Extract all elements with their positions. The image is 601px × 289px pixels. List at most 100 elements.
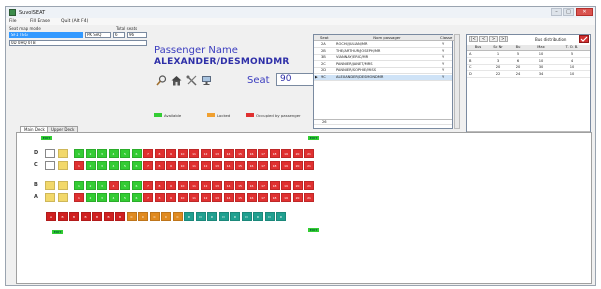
seat-c[interactable]: 20 <box>292 161 303 170</box>
code-field[interactable]: 0D 0HQ 0TB <box>9 40 147 46</box>
bus-assignment-cell[interactable]: D <box>230 212 240 221</box>
table-row[interactable]: C 20 20 30 10 <box>467 65 590 71</box>
seat-d[interactable]: 10 <box>177 149 188 158</box>
seat-d[interactable]: 9 <box>166 149 176 158</box>
menu-quit[interactable]: Quit (Alt F4) <box>61 19 88 24</box>
total-seats-field[interactable]: 96 <box>127 32 147 38</box>
seat-a[interactable]: 8 <box>154 193 165 202</box>
seat-b[interactable]: 10 <box>177 181 188 190</box>
seat-b[interactable]: 9 <box>166 181 176 190</box>
seat-b[interactable]: 12 <box>200 181 211 190</box>
seat-c[interactable]: 16 <box>246 161 257 170</box>
seat-b[interactable]: 11 <box>189 181 199 190</box>
seat-a[interactable]: 19 <box>281 193 291 202</box>
sub-mode-field[interactable]: PK SeQ <box>85 32 111 38</box>
seat-d[interactable]: 7 <box>143 149 153 158</box>
bus-assignment-cell[interactable]: C <box>161 212 171 221</box>
seat-a[interactable]: 10 <box>177 193 188 202</box>
bus-assignment-cell[interactable]: D <box>253 212 263 221</box>
minimize-button[interactable]: – <box>551 8 562 16</box>
seat-a[interactable]: 11 <box>189 193 199 202</box>
seat-b[interactable]: 5 <box>120 181 130 190</box>
seat-a[interactable]: 15 <box>235 193 245 202</box>
seat-a[interactable]: 9 <box>166 193 176 202</box>
seat-b[interactable]: 7 <box>143 181 153 190</box>
seat-value-field[interactable]: 90 <box>276 73 314 86</box>
bus-assignment-cell[interactable]: D <box>195 212 206 221</box>
seat-a[interactable]: 18 <box>269 193 280 202</box>
table-row[interactable]: D 22 24 34 10 <box>467 72 590 78</box>
seat-b[interactable]: 6 <box>131 181 142 190</box>
seat-b[interactable]: 14 <box>223 181 234 190</box>
seat-d[interactable]: 2 <box>85 149 96 158</box>
tools-icon[interactable] <box>186 75 197 86</box>
seat-c[interactable]: 19 <box>281 161 291 170</box>
seat-c[interactable]: 8 <box>154 161 165 170</box>
seat-c[interactable]: 10 <box>177 161 188 170</box>
seat-a[interactable]: 16 <box>246 193 257 202</box>
seat-a[interactable]: 12 <box>200 193 211 202</box>
seat-a[interactable]: 7 <box>143 193 153 202</box>
bus-assignment-cell[interactable]: B <box>80 212 91 221</box>
seat-a[interactable]: 2 <box>85 193 96 202</box>
seat-a[interactable]: 20 <box>292 193 303 202</box>
seat-d[interactable]: 14 <box>223 149 234 158</box>
maximize-button[interactable]: □ <box>563 8 574 16</box>
seat-a[interactable]: 5 <box>120 193 130 202</box>
seat-c[interactable]: 18 <box>269 161 280 170</box>
table-row[interactable]: 2A ROCHI/JULIAN/MR Y <box>314 42 452 48</box>
table-row[interactable]: B 3 6 10 4 <box>467 59 590 65</box>
nav-last-button[interactable]: >| <box>499 36 508 42</box>
seat-d[interactable]: 20 <box>292 149 303 158</box>
seat-d[interactable]: 6 <box>131 149 142 158</box>
seat-d[interactable]: 21 <box>304 149 314 158</box>
bus-assignment-cell[interactable]: D <box>241 212 252 221</box>
bus-assignment-cell[interactable]: C <box>149 212 160 221</box>
bus-assignment-cell[interactable]: D <box>276 212 286 221</box>
seat-a[interactable]: 4 <box>108 193 119 202</box>
seat-b[interactable]: 3 <box>97 181 107 190</box>
seat-d[interactable]: 18 <box>269 149 280 158</box>
table-row[interactable]: 3B VIANNAY/ERIC/MR Y <box>314 55 452 61</box>
seat-c[interactable]: 2 <box>85 161 96 170</box>
seat-b[interactable]: 8 <box>154 181 165 190</box>
row-toggle[interactable] <box>45 193 55 202</box>
seat-b[interactable]: 1 <box>74 181 84 190</box>
seat-b[interactable]: 15 <box>235 181 245 190</box>
seat-d[interactable]: 11 <box>189 149 199 158</box>
seat-c[interactable]: 11 <box>189 161 199 170</box>
seat-d[interactable]: 5 <box>120 149 130 158</box>
seat-d[interactable]: 16 <box>246 149 257 158</box>
magnifier-icon[interactable] <box>156 75 167 86</box>
grid-header-seat[interactable]: Seat <box>320 35 334 41</box>
seat-a[interactable]: 1 <box>74 193 84 202</box>
seat-c[interactable]: 13 <box>212 161 222 170</box>
seat-d[interactable]: 8 <box>154 149 165 158</box>
grid-header-class[interactable]: Classe <box>440 35 454 41</box>
seat-b[interactable]: 21 <box>304 181 314 190</box>
bus-assignment-cell[interactable]: D <box>207 212 217 221</box>
grid-scrollbar[interactable] <box>454 34 460 129</box>
bus-assignment-cell[interactable]: D <box>184 212 194 221</box>
seat-d[interactable]: 4 <box>108 149 119 158</box>
row-toggle[interactable] <box>45 149 55 158</box>
bus-assignment-cell[interactable]: C <box>172 212 183 221</box>
seat-c[interactable]: 3 <box>97 161 107 170</box>
table-row[interactable]: A 1 5 10 5 <box>467 52 590 58</box>
seat-b[interactable]: 13 <box>212 181 222 190</box>
seat-b[interactable]: 17 <box>258 181 268 190</box>
seat-c[interactable]: 7 <box>143 161 153 170</box>
seat-c[interactable]: 15 <box>235 161 245 170</box>
seat-c[interactable]: 17 <box>258 161 268 170</box>
seat-a[interactable]: 6 <box>131 193 142 202</box>
bus-assignment-cell[interactable]: B <box>69 212 79 221</box>
bus-assignment-cell[interactable]: B <box>57 212 68 221</box>
bus-assignment-cell[interactable]: C <box>126 212 137 221</box>
seat-d[interactable]: 12 <box>200 149 211 158</box>
seat-c[interactable]: 9 <box>166 161 176 170</box>
row-handle[interactable] <box>58 161 68 170</box>
seat-c[interactable]: 5 <box>120 161 130 170</box>
seat-b[interactable]: 16 <box>246 181 257 190</box>
grid-header-name[interactable]: Nom passager <box>334 35 440 41</box>
bus-assignment-cell[interactable]: B <box>92 212 102 221</box>
